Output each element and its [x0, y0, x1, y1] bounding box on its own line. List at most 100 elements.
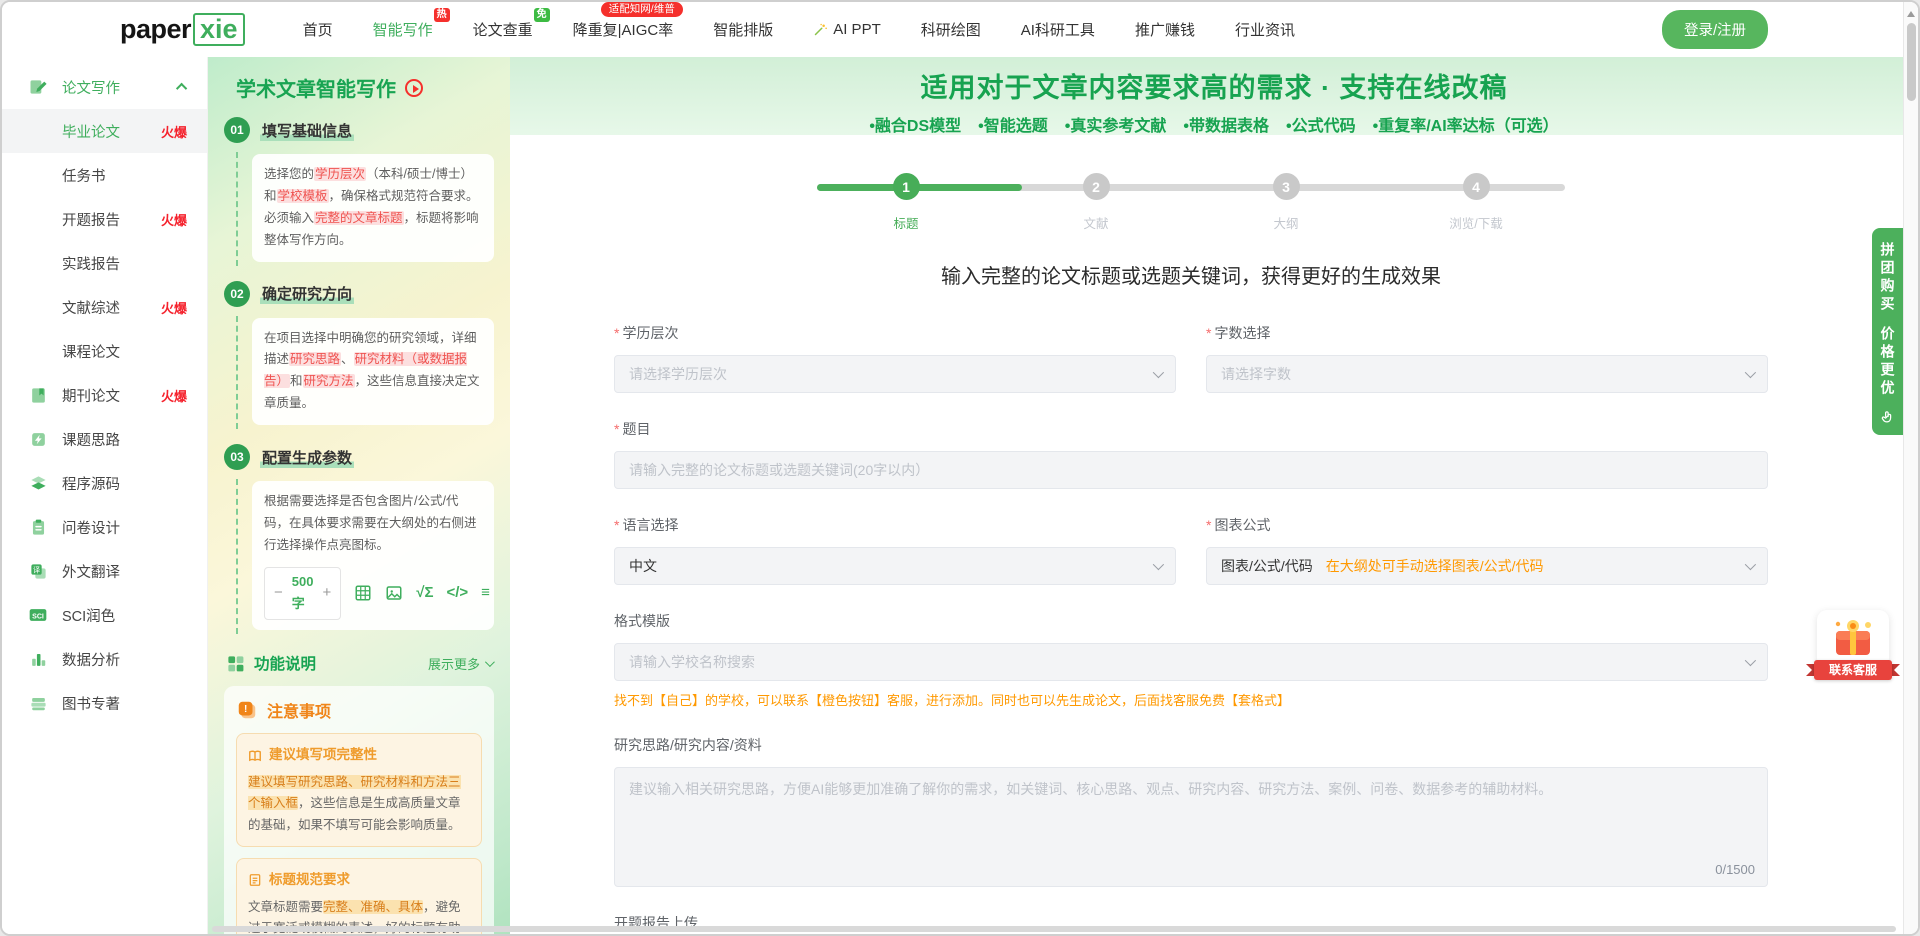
cnki-badge: 适配知网/维普 [601, 2, 683, 17]
wordcount-select[interactable]: 请选择字数 [1206, 355, 1768, 393]
notice-box-title: 标题规范要求 [248, 869, 470, 892]
hero-title: 适用对于文章内容要求高的需求 · 支持在线改稿 [510, 66, 1918, 105]
topbar: paper xie 首页 智能写作热 论文查重免 降重复|AIGC率适配知网/维… [2, 2, 1918, 57]
language-label: *语言选择 [614, 515, 1176, 535]
sidebar-item-opening-report[interactable]: 开题报告火爆 [2, 197, 207, 241]
topic-field-group: *题目 [614, 419, 1768, 489]
sidebar-item-topic-ideas[interactable]: 课题思路 [2, 417, 207, 461]
char-counter: 0/1500 [1715, 862, 1755, 877]
sidebar-item-source-code[interactable]: 程序源码 [2, 461, 207, 505]
show-more-link[interactable]: 展示更多 [428, 654, 492, 673]
minus-icon: − [274, 580, 283, 606]
wordcount-field-group: *字数选择 请选择字数 [1206, 323, 1768, 393]
sidebar-item-journal-paper[interactable]: 期刊论文火爆 [2, 373, 207, 417]
image-icon [385, 584, 403, 602]
research-textarea[interactable] [614, 767, 1768, 887]
nav-smart-typeset[interactable]: 智能排版 [713, 19, 773, 40]
template-field-group: 格式模版 请输入学校名称搜索 找不到【自己】的学校，可以联系【橙色按钮】客服，进… [614, 611, 1768, 709]
guide-title: 学术文章智能写作 [224, 73, 494, 102]
login-register-button[interactable]: 登录/注册 [1662, 10, 1768, 49]
language-select[interactable]: 中文 [614, 547, 1176, 585]
guide-step2-card: 在项目选择中明确您的研究领域，详细描述研究思路、研究材料（或数据报告）和研究方法… [252, 318, 494, 426]
sci-icon: SCI [28, 605, 48, 625]
group-buy-line1: 拼团购买 [1878, 242, 1898, 314]
main-content: 适用对于文章内容要求高的需求 · 支持在线改稿 •融合DS模型 •智能选题 •真… [510, 57, 1918, 936]
sidebar-group-paper-writing[interactable]: 论文写作 [2, 65, 207, 109]
form-area: 1标题 2文献 3大纲 4浏览/下载 输入完整的论文标题或选题关键词，获得更好的… [510, 135, 1918, 936]
app-window: paper xie 首页 智能写作热 论文查重免 降重复|AIGC率适配知网/维… [0, 0, 1920, 936]
list-icon: ≡ [481, 580, 490, 606]
wizard-step-literature: 2文献 [1001, 173, 1191, 232]
sidebar: 论文写作 毕业论文火爆 任务书 开题报告火爆 实践报告 文献综述火爆 课程论文 … [2, 57, 208, 936]
education-select[interactable]: 请选择学历层次 [614, 355, 1176, 393]
svg-text:译: 译 [32, 566, 39, 574]
free-badge: 免 [534, 8, 550, 22]
hot-badge: 火爆 [161, 122, 187, 141]
open-book-icon [248, 749, 262, 763]
vertical-scrollbar[interactable] [1903, 2, 1918, 934]
research-label: 研究思路/研究内容/资料 [614, 735, 1768, 755]
main-nav: 首页 智能写作热 论文查重免 降重复|AIGC率适配知网/维普 智能排版 AI … [303, 19, 1295, 40]
chevron-up-icon [176, 83, 187, 94]
nav-industry-news[interactable]: 行业资讯 [1235, 19, 1295, 40]
wizard-step-download: 4浏览/下载 [1381, 173, 1571, 232]
sidebar-item-book-monograph[interactable]: 图书专著 [2, 681, 207, 725]
sidebar-item-graduation-thesis[interactable]: 毕业论文火爆 [2, 109, 207, 153]
guide-step3-card: 根据需要选择是否包含图片/公式/代码，在具体要求需要在大纲处的右侧进行选择操作点… [252, 481, 494, 630]
charts-label: *图表公式 [1206, 515, 1768, 535]
chevron-down-icon [1745, 559, 1756, 570]
group-buy-tab[interactable]: 拼团购买 价格更优 [1872, 228, 1903, 435]
scroll-up-arrow-icon[interactable] [1907, 7, 1915, 17]
sidebar-item-task-book[interactable]: 任务书 [2, 153, 207, 197]
four-squares-icon [226, 654, 245, 673]
bar-chart-icon [28, 649, 48, 669]
form-subtitle: 输入完整的论文标题或选题关键词，获得更好的生成效果 [614, 260, 1768, 289]
word-count-value: 500 字 [292, 571, 314, 617]
hot-badge: 热 [434, 8, 450, 22]
wizard-step-outline: 3大纲 [1191, 173, 1381, 232]
sidebar-item-practice-report[interactable]: 实践报告 [2, 241, 207, 285]
nav-ai-research-tools[interactable]: AI科研工具 [1021, 19, 1095, 40]
nav-ai-ppt[interactable]: AI PPT [813, 21, 881, 38]
nav-smart-writing[interactable]: 智能写作热 [373, 19, 433, 40]
chevron-down-icon [1153, 367, 1164, 378]
hero-feature: •公式代码 [1286, 112, 1356, 136]
education-field-group: *学历层次 请选择学历层次 [614, 323, 1176, 393]
generation-options-toolbar: − 500 字 + √Σ </> ≡ [264, 567, 482, 621]
hero-feature: •智能选题 [978, 112, 1048, 136]
research-field-group: 研究思路/研究内容/资料 0/1500 [614, 735, 1768, 887]
topic-input[interactable] [614, 451, 1768, 489]
contact-service-widget[interactable]: 联系客服 [1814, 610, 1892, 680]
template-search-select[interactable]: 请输入学校名称搜索 [614, 643, 1768, 681]
layers-icon [28, 473, 48, 493]
word-count-stepper: − 500 字 + [264, 567, 341, 621]
nav-research-drawing[interactable]: 科研绘图 [921, 19, 981, 40]
sidebar-item-course-paper[interactable]: 课程论文 [2, 329, 207, 373]
language-field-group: *语言选择 中文 [614, 515, 1176, 585]
chevron-down-icon [1745, 655, 1756, 666]
wizard-step-title: 1标题 [811, 173, 1001, 232]
notice-box-title-rules: 标题规范要求 文章标题需要完整、准确、具体，避免过于宽泛或模糊的表述，好的标题有… [236, 858, 482, 936]
sidebar-item-data-analysis[interactable]: 数据分析 [2, 637, 207, 681]
sidebar-item-translation[interactable]: 译 外文翻译 [2, 549, 207, 593]
nav-reduce-aigc[interactable]: 降重复|AIGC率适配知网/维普 [573, 19, 674, 40]
nav-home[interactable]: 首页 [303, 19, 333, 40]
nav-plagiarism-check[interactable]: 论文查重免 [473, 19, 533, 40]
nav-promotion[interactable]: 推广赚钱 [1135, 19, 1195, 40]
scrollbar-thumb[interactable] [1907, 23, 1916, 101]
sidebar-item-literature-review[interactable]: 文献综述火爆 [2, 285, 207, 329]
guide-step1-header: 01 填写基础信息 [224, 117, 494, 143]
formula-icon: √Σ [416, 580, 433, 606]
lightning-icon [28, 429, 48, 449]
logo[interactable]: paper xie [120, 13, 245, 47]
sidebar-item-survey-design[interactable]: 问卷设计 [2, 505, 207, 549]
group-buy-line2: 价格更优 [1878, 326, 1898, 398]
logo-text-paper: paper [120, 14, 191, 45]
hero-feature: •真实参考文献 [1065, 112, 1167, 136]
chevron-down-icon [1153, 559, 1164, 570]
charts-select[interactable]: 图表/公式/代码在大纲处可手动选择图表/公式/代码 [1206, 547, 1768, 585]
horizontal-scrollbar[interactable] [212, 926, 1896, 932]
sidebar-item-sci-polish[interactable]: SCI SCI润色 [2, 593, 207, 637]
play-video-icon[interactable] [405, 79, 423, 97]
template-label: 格式模版 [614, 611, 1768, 631]
